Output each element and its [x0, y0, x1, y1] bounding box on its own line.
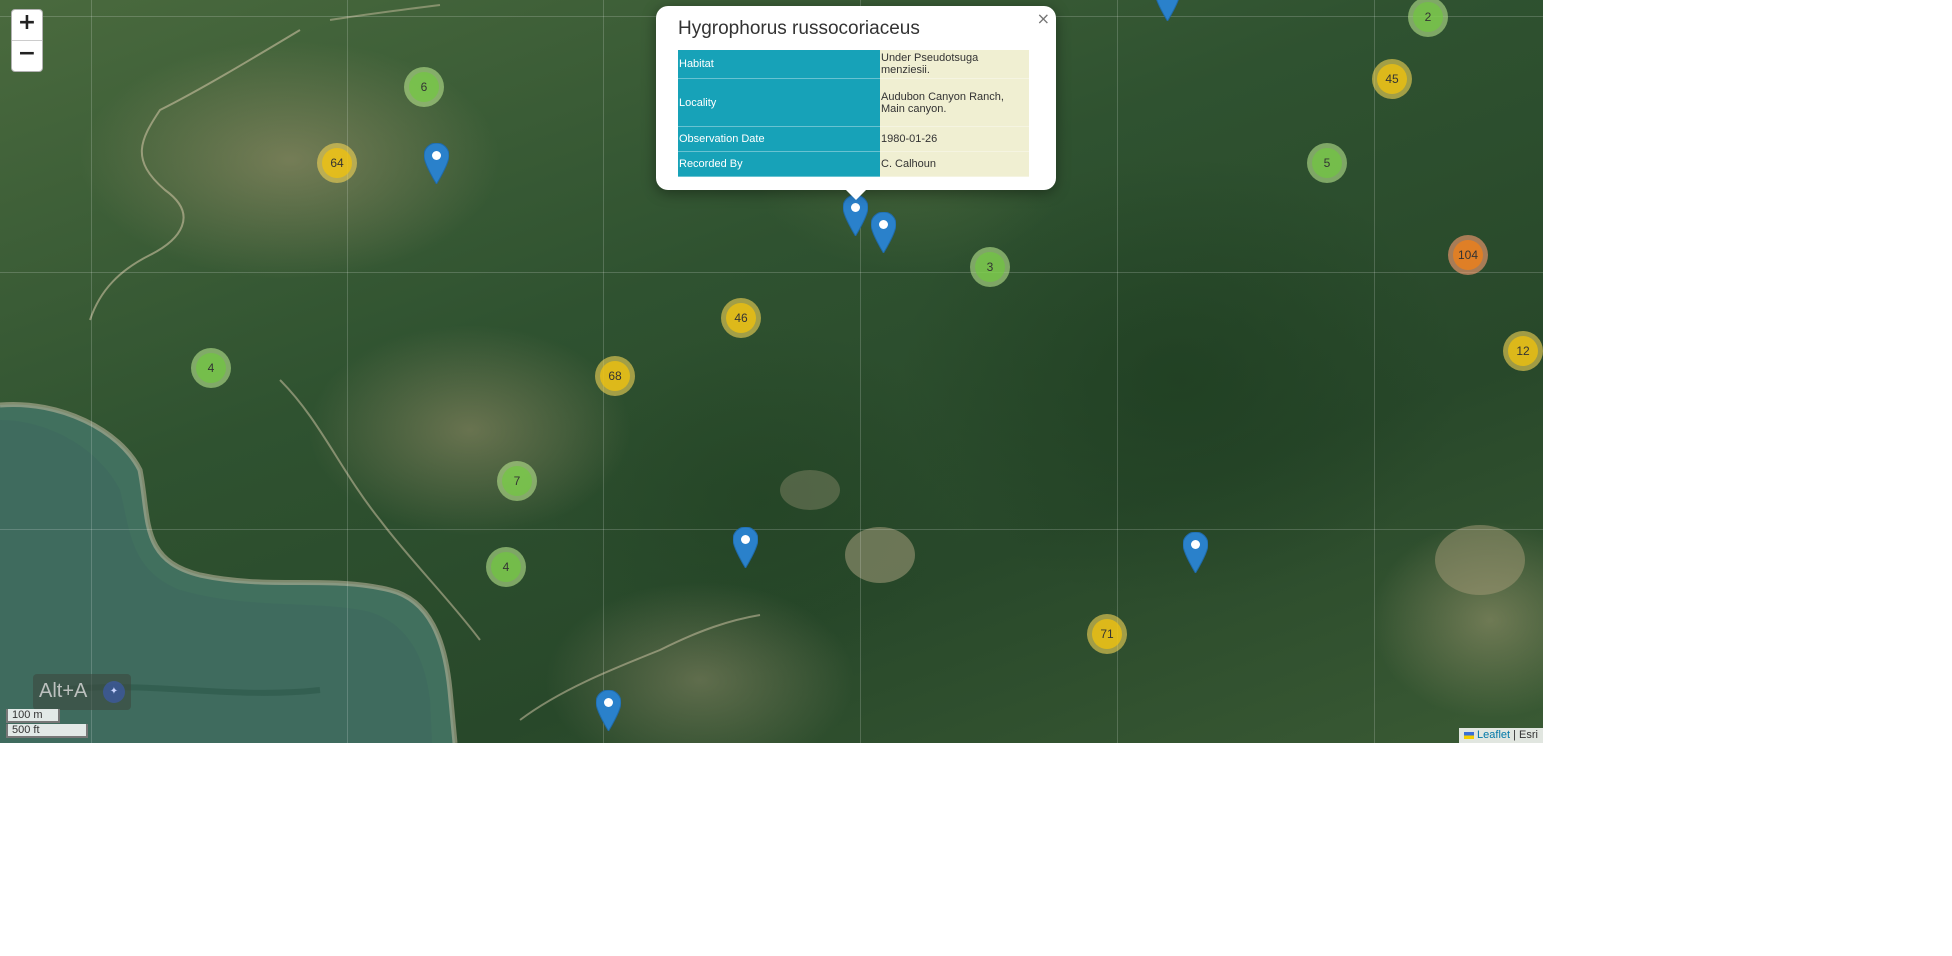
observation-popup: × Hygrophorus russocoriaceus Habitat Und… [656, 6, 1056, 190]
cluster-count: 71 [1092, 619, 1122, 649]
marker-cluster[interactable]: 104 [1448, 235, 1488, 275]
map-tile-seam [1374, 0, 1375, 743]
ukraine-flag-icon [1464, 731, 1475, 739]
table-row: Recorded By C. Calhoun [678, 151, 1029, 177]
marker-cluster[interactable]: 6 [404, 67, 444, 107]
marker-cluster[interactable]: 5 [1307, 143, 1347, 183]
zoom-out-button[interactable]: − [12, 41, 42, 71]
marker-cluster[interactable]: 7 [497, 461, 537, 501]
marker-cluster[interactable]: 45 [1372, 59, 1412, 99]
cluster-count: 3 [975, 252, 1005, 282]
cluster-count: 5 [1312, 148, 1342, 178]
popup-tip [845, 189, 867, 200]
cluster-count: 7 [502, 466, 532, 496]
marker-cluster[interactable]: 64 [317, 143, 357, 183]
cluster-count: 45 [1377, 64, 1407, 94]
cluster-count: 4 [491, 552, 521, 582]
popup-title: Hygrophorus russocoriaceus [678, 18, 920, 39]
map-pin-icon[interactable] [1155, 0, 1180, 21]
cluster-count: 104 [1453, 240, 1483, 270]
row-key: Locality [678, 78, 880, 127]
scale-metric: 100 m [6, 709, 60, 723]
attribution-separator: | [1513, 729, 1516, 741]
marker-cluster[interactable]: 46 [721, 298, 761, 338]
table-row: Habitat Under Pseudotsuga menziesii. [678, 50, 1029, 79]
leaflet-link[interactable]: Leaflet [1477, 729, 1510, 741]
row-key: Habitat [678, 50, 880, 79]
row-key: Observation Date [678, 126, 880, 152]
row-key: Recorded By [678, 151, 880, 177]
attribution-provider: Esri [1519, 729, 1538, 741]
scale-imperial: 500 ft [6, 724, 88, 738]
map-attribution: Leaflet | Esri [1459, 728, 1543, 743]
assistant-icon: ✦ [103, 681, 125, 703]
map-pin-icon[interactable] [595, 690, 621, 731]
marker-cluster[interactable]: 4 [191, 348, 231, 388]
map-pin-icon[interactable] [1182, 532, 1208, 573]
map-tile-seam [91, 0, 92, 743]
map-pin-icon[interactable] [842, 195, 868, 236]
map-pin-icon[interactable] [732, 527, 758, 568]
row-value: Audubon Canyon Ranch, Main canyon. [880, 78, 1029, 127]
marker-cluster[interactable]: 71 [1087, 614, 1127, 654]
shortcut-overlay[interactable]: Alt+A ✦ [33, 674, 131, 710]
map-view[interactable]: 2 45 6 64 5 104 3 46 12 4 68 7 4 71 + − … [0, 0, 1543, 743]
close-icon[interactable]: × [1037, 9, 1050, 28]
marker-cluster[interactable]: 12 [1503, 331, 1543, 371]
map-pin-icon[interactable] [870, 212, 896, 253]
observation-details-table: Habitat Under Pseudotsuga menziesii. Loc… [678, 50, 1029, 177]
cluster-count: 68 [600, 361, 630, 391]
marker-cluster[interactable]: 4 [486, 547, 526, 587]
zoom-control: + − [11, 9, 43, 72]
zoom-in-button[interactable]: + [12, 10, 42, 41]
map-tile-seam [0, 529, 1543, 530]
cluster-count: 46 [726, 303, 756, 333]
marker-cluster[interactable]: 3 [970, 247, 1010, 287]
marker-cluster[interactable]: 68 [595, 356, 635, 396]
cluster-count: 2 [1413, 2, 1443, 32]
shortcut-label: Alt+A [39, 680, 88, 702]
table-row: Locality Audubon Canyon Ranch, Main cany… [678, 78, 1029, 127]
row-value: 1980-01-26 [880, 126, 1029, 152]
cluster-count: 6 [409, 72, 439, 102]
map-tile-seam [347, 0, 348, 743]
map-pin-icon[interactable] [423, 143, 449, 184]
row-value: C. Calhoun [880, 151, 1029, 177]
cluster-count: 64 [322, 148, 352, 178]
map-tile-seam [0, 272, 1543, 273]
row-value: Under Pseudotsuga menziesii. [880, 50, 1029, 79]
cluster-count: 12 [1508, 336, 1538, 366]
cluster-count: 4 [196, 353, 226, 383]
table-row: Observation Date 1980-01-26 [678, 126, 1029, 152]
